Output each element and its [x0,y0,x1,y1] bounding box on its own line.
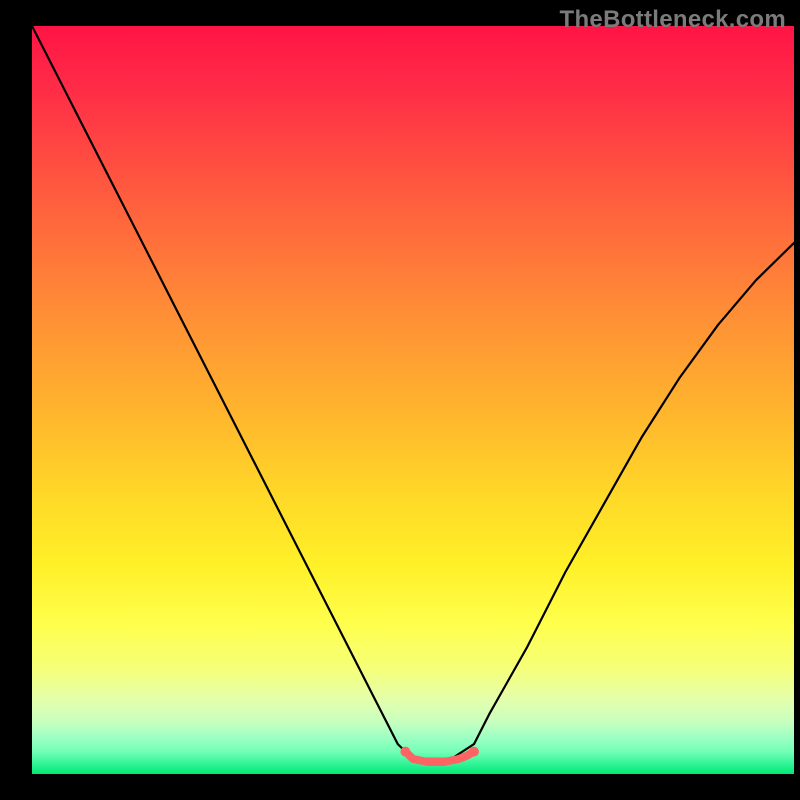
optimal-endpoint-right [469,747,479,757]
plot-area [32,26,794,774]
attribution-label: TheBottleneck.com [560,6,786,34]
chart-frame: TheBottleneck.com [0,0,800,800]
optimal-endpoint-left [400,747,410,757]
optimal-segment [405,752,474,762]
chart-svg [32,26,794,774]
bottleneck-curve [32,26,794,759]
